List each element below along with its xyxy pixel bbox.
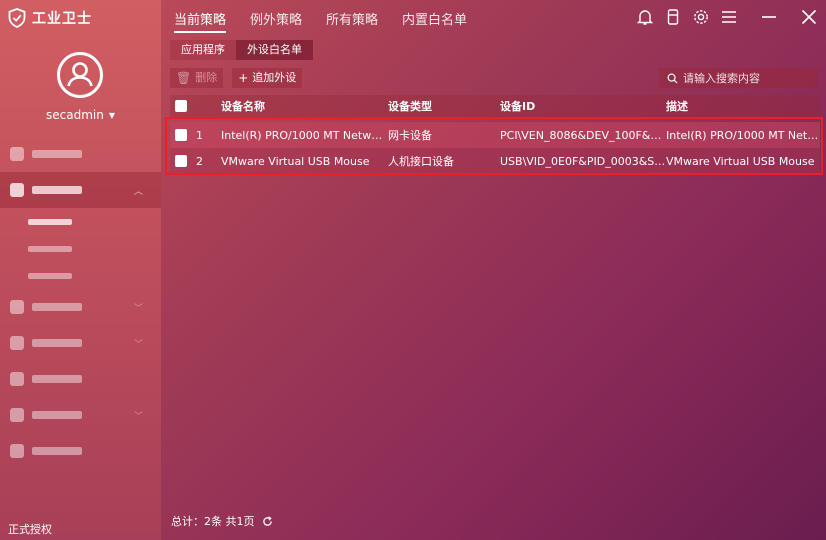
row-index: 1 bbox=[196, 128, 203, 142]
user-icon bbox=[67, 62, 93, 87]
sidebar-item-home[interactable] bbox=[0, 136, 161, 172]
menu-icon[interactable] bbox=[720, 7, 738, 27]
sidebar: 工业卫士 secadmin ▼ ︿ ﹀ ﹀ ﹀ 正式授权 bbox=[0, 0, 161, 540]
shield-logo-icon bbox=[8, 8, 26, 28]
sidebar-item-label bbox=[32, 447, 82, 455]
host-icon bbox=[10, 336, 24, 350]
tab-builtin-whitelist[interactable]: 内置白名单 bbox=[402, 0, 467, 33]
sidebar-item-upgrade[interactable] bbox=[0, 361, 161, 397]
sidebar-item-label bbox=[32, 339, 82, 347]
column-header-name[interactable]: 设备名称 bbox=[221, 98, 388, 114]
sidebar-subitem-policy-2[interactable] bbox=[0, 235, 161, 262]
sidebar-item-host[interactable]: ﹀ bbox=[0, 325, 161, 361]
tab-exception-policy[interactable]: 例外策略 bbox=[250, 0, 302, 33]
policy-icon bbox=[10, 183, 24, 197]
peripheral-table: 设备名称 设备类型 设备ID 描述 1 Intel(R) PRO/1000 MT… bbox=[170, 95, 820, 174]
upgrade-icon bbox=[10, 372, 24, 386]
account-icon bbox=[10, 444, 24, 458]
gear-icon[interactable] bbox=[692, 7, 710, 27]
add-peripheral-button-label: 追加外设 bbox=[252, 71, 297, 84]
app-name: 工业卫士 bbox=[32, 11, 92, 27]
device-type: 人机接口设备 bbox=[388, 155, 454, 168]
chevron-down-icon: ﹀ bbox=[133, 339, 143, 350]
sidebar-subitem-label bbox=[28, 218, 72, 225]
sidebar-item-label bbox=[32, 303, 82, 311]
sidebar-item-label bbox=[32, 186, 82, 194]
search-icon bbox=[667, 73, 678, 84]
search-box bbox=[659, 68, 818, 88]
device-description: Intel(R) PRO/1000 MT Network… bbox=[666, 128, 820, 142]
sub-tabs: 应用程序 外设白名单 bbox=[170, 40, 313, 60]
sidebar-item-label bbox=[32, 375, 82, 383]
subtab-peripheral-whitelist[interactable]: 外设白名单 bbox=[236, 40, 313, 60]
trash-icon: 🗑 bbox=[176, 71, 192, 85]
column-header-desc[interactable]: 描述 bbox=[666, 98, 820, 114]
table-header: 设备名称 设备类型 设备ID 描述 bbox=[170, 95, 820, 117]
sidebar-subitem-label bbox=[28, 245, 72, 252]
shield-icon bbox=[10, 300, 24, 314]
toolbar: 🗑 删除 + 追加外设 bbox=[170, 68, 303, 88]
refresh-icon[interactable] bbox=[262, 515, 273, 527]
tab-current-policy[interactable]: 当前策略 bbox=[174, 0, 227, 33]
chevron-down-icon: ﹀ bbox=[133, 411, 143, 422]
subtab-applications[interactable]: 应用程序 bbox=[170, 40, 236, 60]
pagination-footer: 总计：2条 共1页 bbox=[171, 513, 273, 529]
delete-button[interactable]: 🗑 删除 bbox=[170, 68, 224, 88]
device-description: VMware Virtual USB Mouse bbox=[666, 154, 815, 168]
total-summary: 总计：2条 共1页 bbox=[171, 515, 255, 528]
table-row[interactable]: 2 VMware Virtual USB Mouse 人机接口设备 USB\VI… bbox=[170, 148, 820, 174]
sidebar-subitem-policy-3[interactable] bbox=[0, 262, 161, 289]
delete-button-label: 删除 bbox=[195, 71, 218, 84]
close-icon[interactable] bbox=[800, 7, 818, 27]
user-menu[interactable]: secadmin ▼ bbox=[0, 108, 161, 122]
app-brand: 工业卫士 bbox=[8, 8, 92, 28]
device-id: PCI\VEN_8086&DEV_100F&SU… bbox=[500, 128, 666, 142]
log-icon bbox=[10, 408, 24, 422]
column-header-type[interactable]: 设备类型 bbox=[388, 98, 500, 114]
bell-icon[interactable] bbox=[636, 7, 654, 27]
sidebar-subitem-label bbox=[28, 272, 72, 279]
license-status: 正式授权 bbox=[8, 523, 52, 536]
select-all-checkbox[interactable] bbox=[170, 100, 196, 112]
row-checkbox[interactable] bbox=[170, 129, 196, 141]
plus-icon: + bbox=[238, 71, 249, 85]
home-icon bbox=[10, 147, 24, 161]
row-index: 2 bbox=[196, 154, 203, 168]
row-checkbox[interactable] bbox=[170, 155, 196, 167]
usb-drive-icon[interactable] bbox=[664, 7, 682, 27]
caret-down-icon: ▼ bbox=[108, 111, 115, 120]
sidebar-item-policy[interactable]: ︿ bbox=[0, 172, 161, 208]
tab-all-policies[interactable]: 所有策略 bbox=[326, 0, 378, 33]
search-input[interactable] bbox=[683, 71, 813, 85]
sidebar-item-account[interactable] bbox=[0, 433, 161, 469]
device-id: USB\VID_0E0F&PID_0003&SID… bbox=[500, 154, 666, 168]
add-peripheral-button[interactable]: + 追加外设 bbox=[232, 68, 303, 88]
sidebar-item-logs[interactable]: ﹀ bbox=[0, 397, 161, 433]
window-controls bbox=[636, 6, 818, 28]
sidebar-item-label bbox=[32, 150, 82, 158]
main-tabs: 当前策略 例外策略 所有策略 内置白名单 bbox=[174, 0, 467, 33]
chevron-down-icon: ﹀ bbox=[133, 303, 143, 314]
sidebar-item-security[interactable]: ﹀ bbox=[0, 289, 161, 325]
device-type: 网卡设备 bbox=[388, 129, 432, 142]
device-name: Intel(R) PRO/1000 MT Network… bbox=[221, 128, 388, 142]
column-header-id[interactable]: 设备ID bbox=[500, 98, 666, 114]
username: secadmin bbox=[46, 108, 104, 122]
table-row[interactable]: 1 Intel(R) PRO/1000 MT Network… 网卡设备 PCI… bbox=[170, 122, 820, 148]
minimize-icon[interactable] bbox=[760, 7, 778, 27]
device-name: VMware Virtual USB Mouse bbox=[221, 154, 370, 168]
chevron-up-icon: ︿ bbox=[133, 186, 143, 197]
avatar[interactable] bbox=[57, 52, 103, 98]
sidebar-item-label bbox=[32, 411, 82, 419]
sidebar-subitem-policy-current[interactable] bbox=[0, 208, 161, 235]
sidebar-nav: ︿ ﹀ ﹀ ﹀ bbox=[0, 136, 161, 469]
